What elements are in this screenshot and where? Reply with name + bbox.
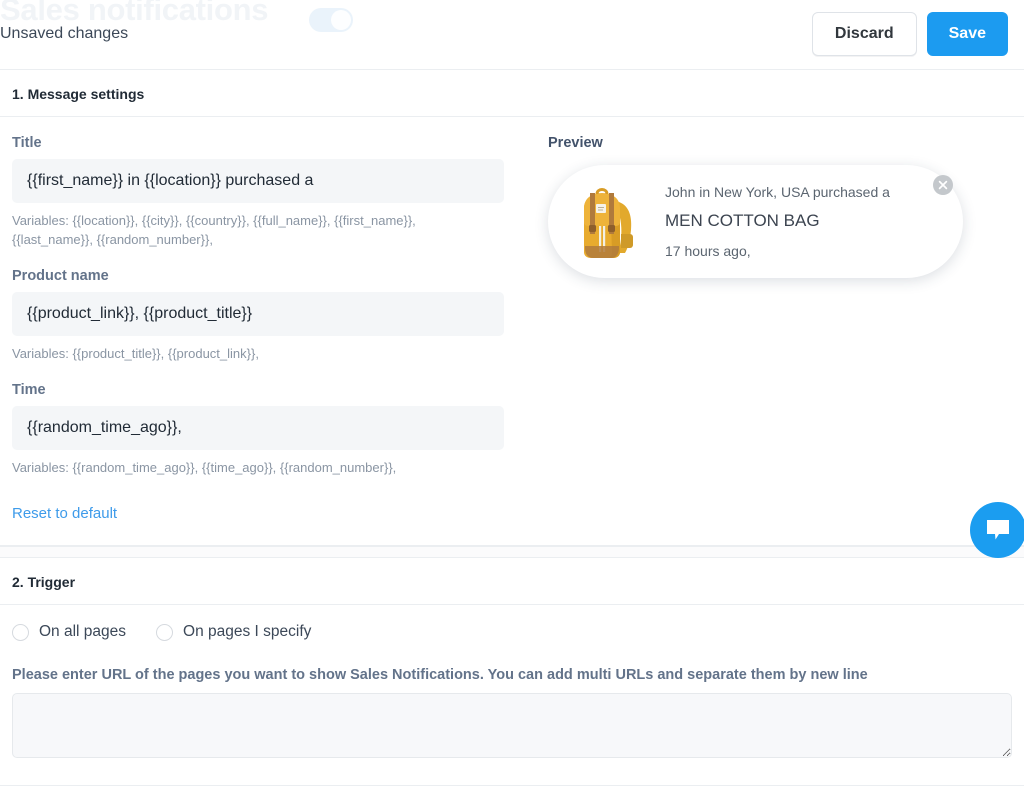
topbar-actions: Discard Save — [811, 12, 1008, 56]
chat-bubble-icon — [987, 520, 1009, 540]
reset-to-default-link[interactable]: Reset to default — [12, 505, 117, 522]
message-settings-body: Title Variables: {{location}}, {{city}},… — [0, 117, 1024, 545]
time-field-group: Time Variables: {{random_time_ago}}, {{t… — [12, 382, 536, 478]
message-settings-heading: 1. Message settings — [0, 70, 1024, 117]
page-title-ghost: Sales notifications — [0, 0, 269, 27]
url-help-text: Please enter URL of the pages you want t… — [12, 667, 868, 684]
preview-product-line: MEN COTTON BAG — [665, 211, 820, 230]
preview-label: Preview — [548, 135, 603, 151]
message-fields-column: Title Variables: {{location}}, {{city}},… — [12, 135, 536, 523]
product-name-field-group: Product name Variables: {{product_title}… — [12, 268, 536, 364]
section-divider — [0, 546, 1024, 559]
discard-button[interactable]: Discard — [811, 12, 917, 56]
close-glyph — [938, 180, 948, 190]
radio-on-all-pages[interactable]: On all pages — [12, 623, 126, 641]
url-textarea[interactable] — [12, 693, 1012, 759]
title-variables-hint: Variables: {{location}}, {{city}}, {{cou… — [12, 213, 416, 247]
radio-on-all-pages-label: On all pages — [39, 623, 127, 641]
title-field-label: Title — [12, 135, 42, 151]
notification-preview-card: John in New York, USA purchased a MEN CO… — [548, 165, 963, 278]
trigger-section: 2. Trigger On all pages On pages I speci… — [0, 558, 1024, 787]
trigger-options-row: On all pages On pages I specify — [12, 623, 1012, 641]
product-thumbnail — [559, 175, 651, 268]
radio-circle-icon — [156, 623, 174, 641]
radio-on-pages-i-specify-label: On pages I specify — [183, 623, 312, 641]
product-name-variables-hint: Variables: {{product_title}}, {{product_… — [12, 345, 259, 361]
unsaved-changes-label: Unsaved changes — [0, 25, 129, 42]
preview-text-block: John in New York, USA purchased a MEN CO… — [665, 184, 920, 259]
trigger-body: On all pages On pages I specify Please e… — [0, 605, 1024, 785]
preview-customer-line: John in New York, USA purchased a — [665, 184, 890, 200]
preview-column: Preview John in New York, USA purchased … — [536, 135, 1012, 523]
message-settings-section: 1. Message settings Title Variables: {{l… — [0, 70, 1024, 547]
top-action-bar: Sales notifications Unsaved changes Disc… — [0, 0, 1024, 70]
close-icon[interactable] — [933, 175, 953, 195]
time-variables-hint: Variables: {{random_time_ago}}, {{time_a… — [12, 459, 397, 475]
title-input[interactable] — [12, 159, 504, 203]
time-field-label: Time — [12, 381, 46, 398]
backpack-icon — [584, 187, 633, 258]
time-input[interactable] — [12, 405, 504, 450]
product-name-field-label: Product name — [12, 267, 109, 284]
trigger-heading: 2. Trigger — [0, 558, 1024, 606]
save-button[interactable]: Save — [926, 12, 1008, 56]
radio-on-pages-i-specify[interactable]: On pages I specify — [156, 623, 311, 641]
product-name-input[interactable] — [12, 291, 504, 336]
preview-time-line: 17 hours ago, — [665, 243, 751, 259]
radio-circle-icon — [12, 623, 29, 641]
sales-notifications-toggle[interactable] — [309, 8, 353, 32]
title-field-group: Title Variables: {{location}}, {{city}},… — [12, 135, 536, 250]
toggle-knob — [331, 10, 351, 30]
chat-widget-button[interactable] — [970, 502, 1024, 558]
